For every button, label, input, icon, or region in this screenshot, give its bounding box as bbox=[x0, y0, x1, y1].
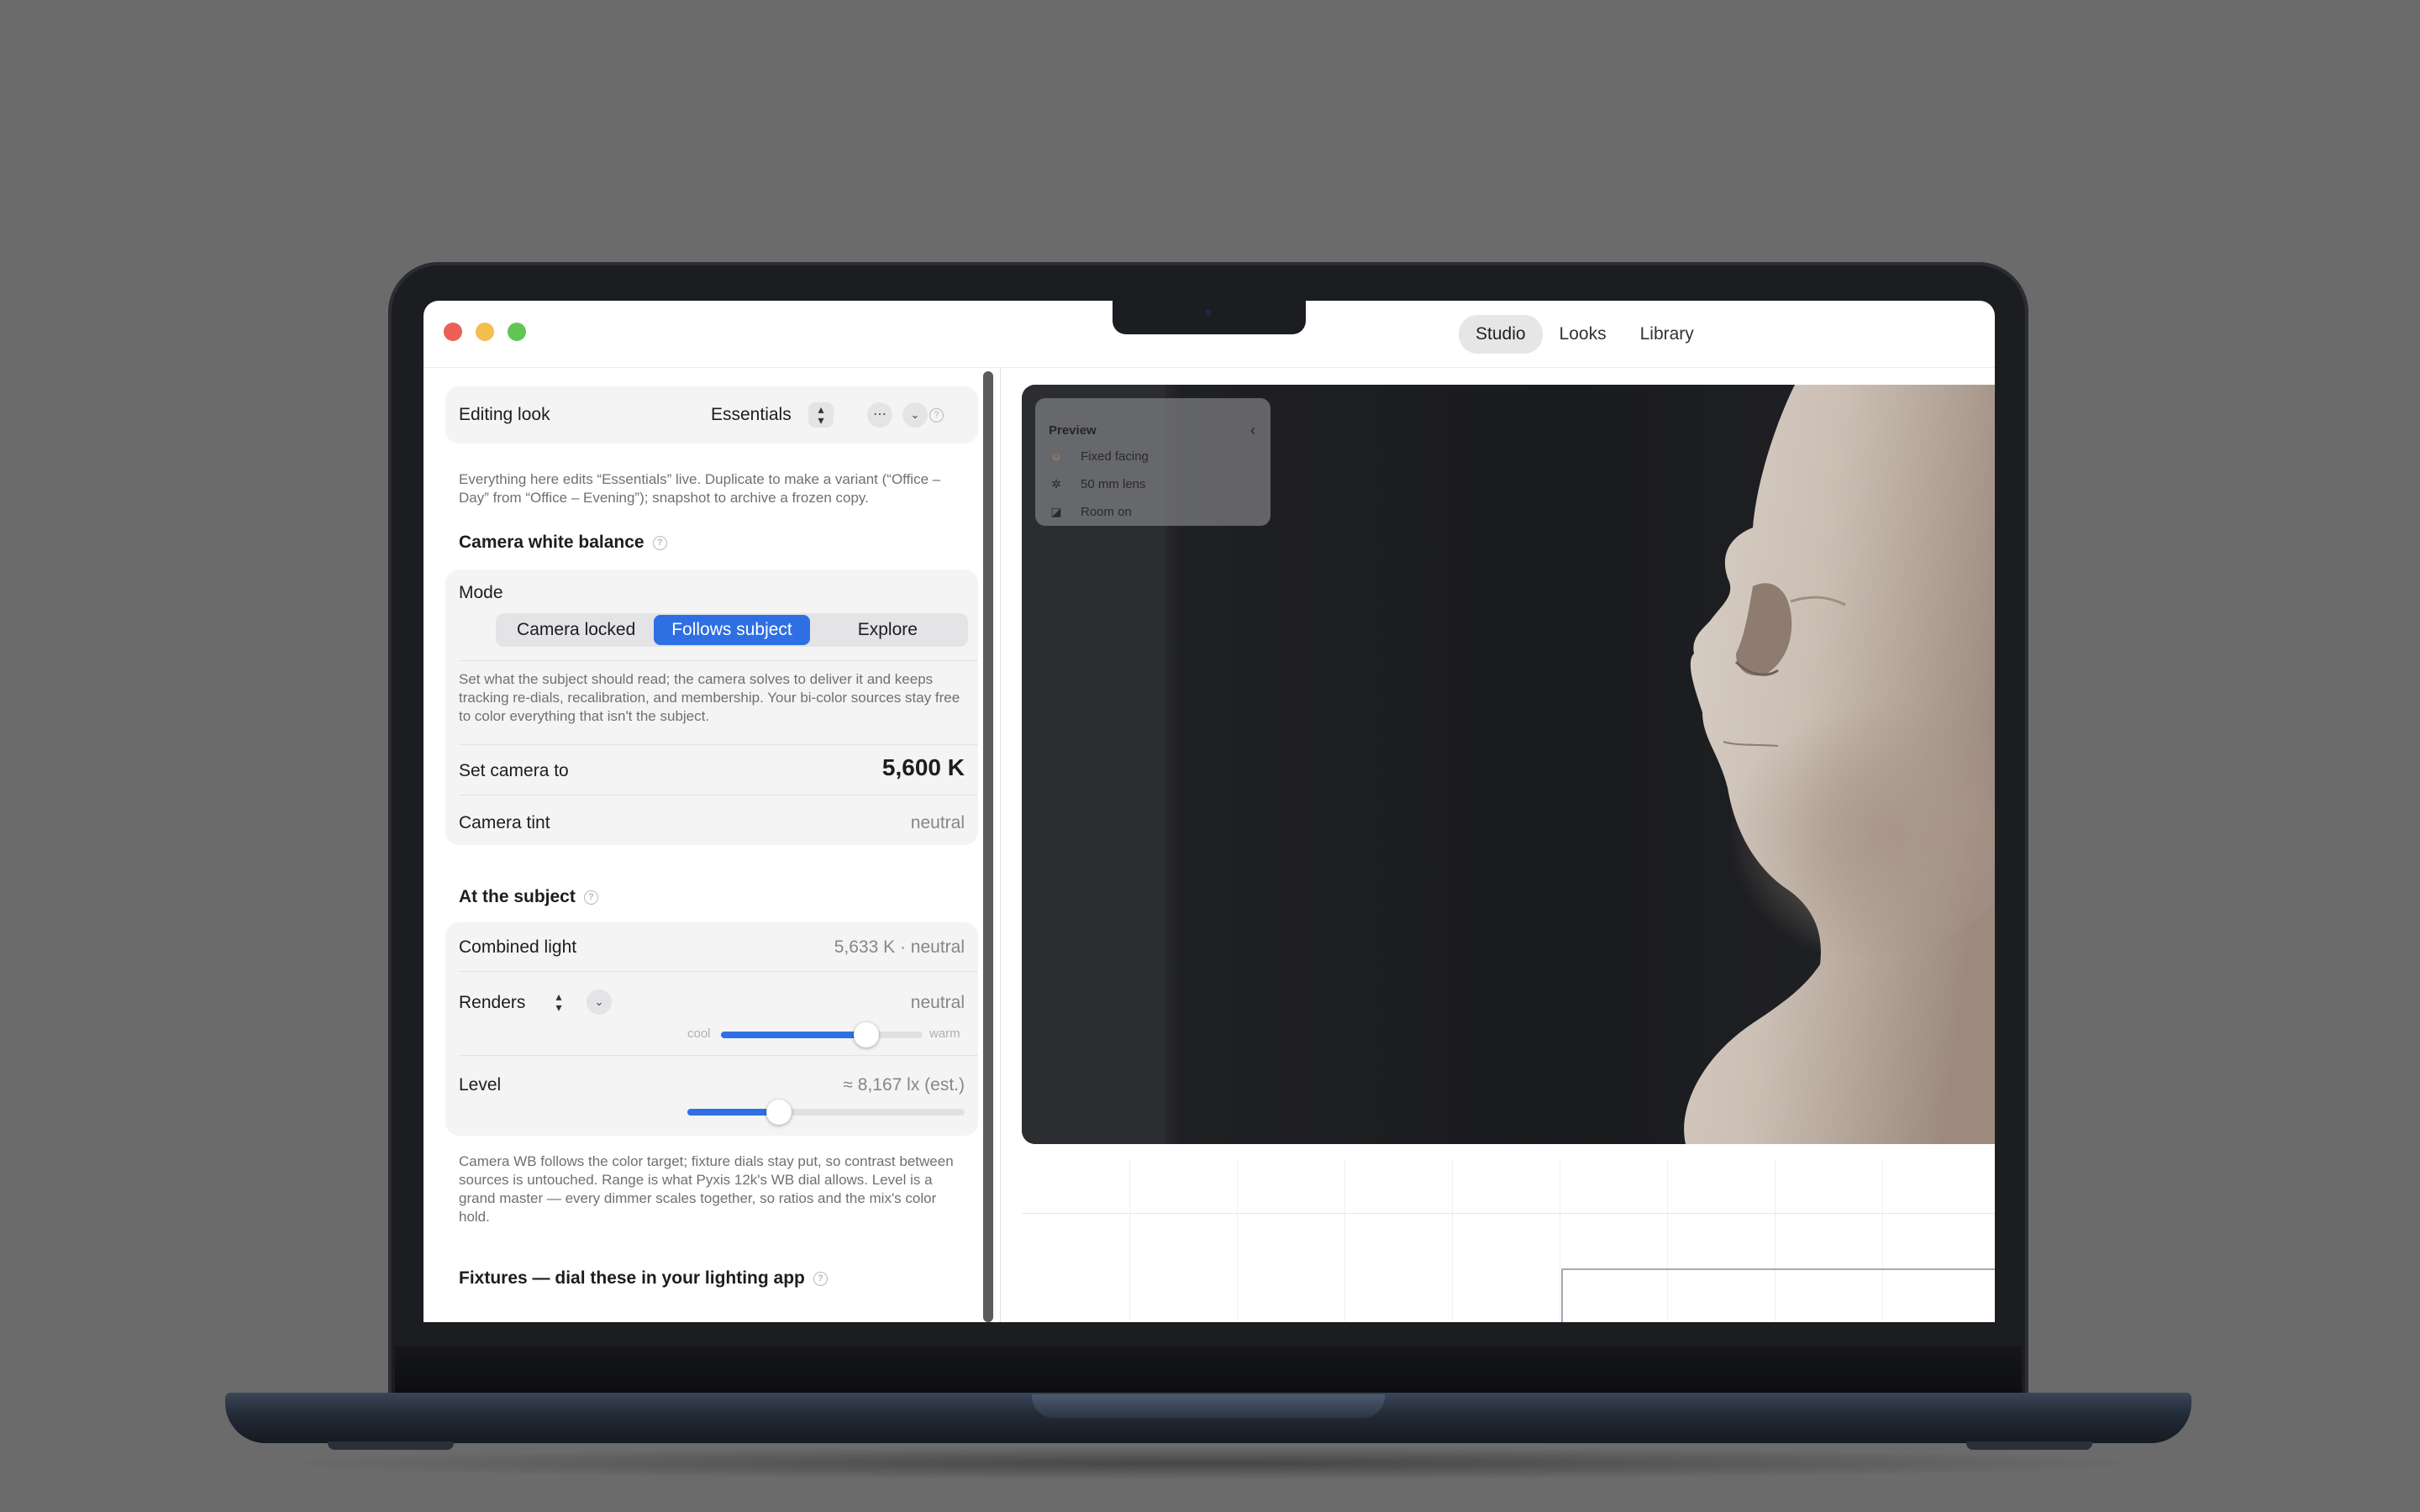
editing-look-hint: Everything here edits “Essentials” live.… bbox=[459, 471, 941, 506]
grid-line bbox=[1344, 1159, 1345, 1322]
divider bbox=[459, 660, 978, 661]
camera-notch bbox=[1113, 301, 1306, 334]
mode-hint: Set what the subject should read; the ca… bbox=[459, 671, 960, 724]
preview-title: Preview bbox=[1049, 423, 1097, 438]
camera-icon bbox=[1205, 309, 1212, 316]
laptop-foot bbox=[1966, 1441, 2092, 1450]
warm-caption: warm bbox=[929, 1026, 960, 1041]
laptop-thumb-notch bbox=[1032, 1394, 1385, 1418]
divider bbox=[459, 971, 978, 972]
combined-light-label: Combined light bbox=[459, 937, 577, 957]
camera-tint-label: Camera tint bbox=[459, 813, 550, 832]
renders-label: Renders bbox=[459, 993, 526, 1012]
face-icon: ☺ bbox=[1050, 449, 1063, 463]
floor-plan-grid[interactable] bbox=[1022, 1159, 1995, 1322]
look-stepper-icon[interactable]: ▴ ▾ bbox=[808, 402, 834, 428]
look-selector-value[interactable]: Essentials bbox=[711, 405, 792, 425]
fixtures-title: Fixtures — dial these in your lighting a… bbox=[459, 1268, 828, 1289]
pane-divider[interactable] bbox=[1000, 368, 1001, 1322]
tab-looks[interactable]: Looks bbox=[1543, 315, 1623, 354]
set-camera-label: Set camera to bbox=[459, 761, 569, 780]
level-label: Level bbox=[459, 1075, 502, 1095]
camera-tint-value[interactable]: neutral bbox=[911, 813, 965, 833]
preview-item-facing[interactable]: ☺ Fixed facing bbox=[1049, 449, 1149, 464]
preview-viewport[interactable]: Preview ‹ ☺ Fixed facing ✲ 50 mm lens ◪ … bbox=[1022, 385, 1995, 1144]
more-options-icon[interactable]: ⋯ bbox=[867, 402, 892, 428]
renders-slider-fill bbox=[721, 1032, 866, 1038]
inspector-pane: Editing look Essentials ▴ ▾ ⋯ ⌄ ? Everyth… bbox=[424, 368, 978, 1322]
level-slider-fill bbox=[687, 1109, 779, 1116]
laptop-hinge bbox=[395, 1346, 2022, 1394]
combined-light-value: 5,633 K · neutral bbox=[834, 937, 965, 957]
renders-stepper-icon[interactable]: ▴ ▾ bbox=[546, 990, 571, 1015]
grid-line bbox=[1452, 1159, 1453, 1322]
chevron-down-icon[interactable]: ⌄ bbox=[902, 402, 928, 428]
set-camera-value[interactable]: 5,600 K bbox=[882, 754, 965, 781]
renders-value: neutral bbox=[910, 993, 965, 1012]
info-icon[interactable]: ? bbox=[583, 890, 598, 905]
mode-label: Mode bbox=[459, 583, 503, 602]
tab-studio[interactable]: Studio bbox=[1459, 315, 1543, 354]
renders-slider-thumb[interactable] bbox=[853, 1022, 879, 1047]
aperture-icon: ✲ bbox=[1051, 477, 1061, 491]
minimize-window-button[interactable] bbox=[476, 323, 494, 341]
wb-mode-segmented-control: Camera locked Follows subject Explore bbox=[496, 613, 968, 647]
chevron-left-icon[interactable]: ‹ bbox=[1250, 422, 1255, 439]
grid-line bbox=[1022, 1213, 1995, 1214]
tab-library[interactable]: Library bbox=[1623, 315, 1711, 354]
mode-camera-locked[interactable]: Camera locked bbox=[498, 615, 654, 645]
at-subject-hint: Camera WB follows the color target; fixt… bbox=[459, 1153, 954, 1225]
preview-item-lens[interactable]: ✲ 50 mm lens bbox=[1049, 476, 1145, 491]
divider bbox=[459, 1055, 978, 1056]
info-icon[interactable]: ? bbox=[813, 1271, 828, 1286]
level-slider-thumb[interactable] bbox=[765, 1100, 792, 1125]
app-window: Studio Looks Library Editing look Essent… bbox=[424, 301, 1995, 1322]
grid-line bbox=[1237, 1159, 1238, 1322]
laptop-foot bbox=[328, 1441, 454, 1450]
preview-overlay-panel: Preview ‹ ☺ Fixed facing ✲ 50 mm lens ◪ … bbox=[1035, 398, 1270, 526]
cool-caption: cool bbox=[687, 1026, 711, 1041]
subject-head-render bbox=[1684, 385, 1995, 1144]
maximize-window-button[interactable] bbox=[508, 323, 526, 341]
editing-look-label: Editing look bbox=[459, 405, 550, 424]
close-window-button[interactable] bbox=[444, 323, 462, 341]
chevron-down-icon[interactable]: ⌄ bbox=[587, 990, 612, 1015]
info-icon[interactable]: ? bbox=[652, 535, 667, 550]
at-subject-card: Combined light 5,633 K · neutral Renders… bbox=[445, 922, 978, 1136]
at-subject-title: At the subject? bbox=[459, 887, 598, 907]
info-icon[interactable]: ? bbox=[929, 408, 944, 423]
level-value: ≈ 8,167 lx (est.) bbox=[843, 1075, 965, 1095]
divider bbox=[459, 744, 978, 745]
main-tab-control: Studio Looks Library bbox=[1454, 312, 1739, 356]
room-icon: ◪ bbox=[1050, 505, 1062, 518]
mode-explore[interactable]: Explore bbox=[810, 615, 965, 645]
inspector-scrollbar[interactable] bbox=[983, 371, 993, 1322]
laptop-shadow bbox=[252, 1446, 2168, 1480]
editing-look-card: Editing look Essentials ▴ ▾ ⋯ ⌄ ? bbox=[445, 386, 978, 444]
room-outline[interactable] bbox=[1561, 1268, 1995, 1322]
camera-wb-title: Camera white balance? bbox=[459, 533, 667, 553]
mode-follows-subject[interactable]: Follows subject bbox=[654, 615, 810, 645]
camera-wb-card: Mode Camera locked Follows subject Explo… bbox=[445, 570, 978, 845]
grid-line bbox=[1129, 1159, 1130, 1322]
preview-item-room[interactable]: ◪ Room on bbox=[1049, 504, 1132, 519]
